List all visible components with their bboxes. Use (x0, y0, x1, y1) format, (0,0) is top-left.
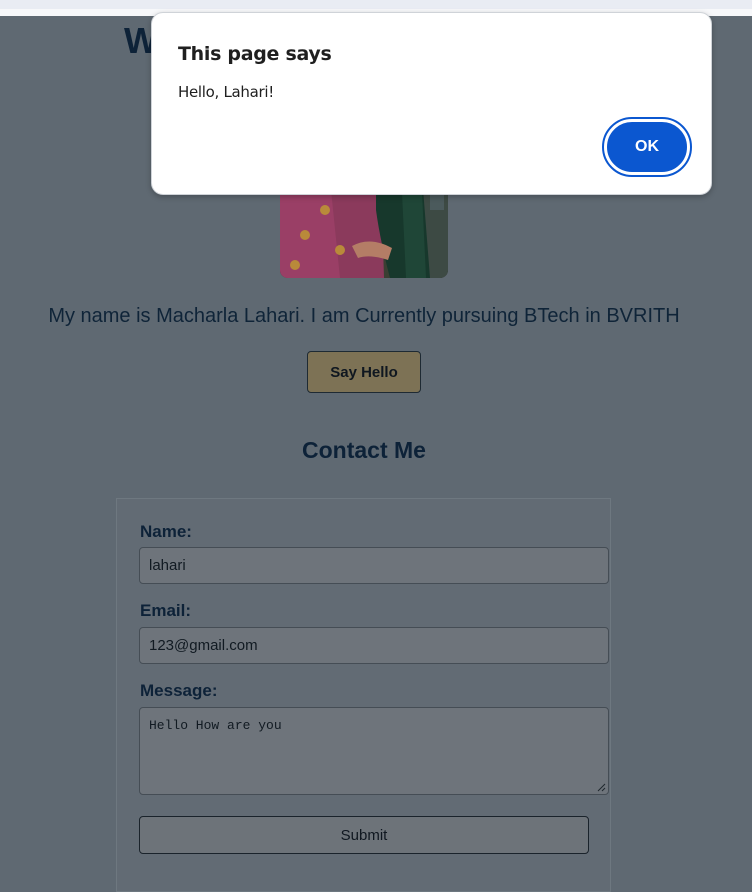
resize-grip-icon[interactable] (597, 783, 606, 792)
contact-heading: Contact Me (302, 437, 426, 463)
name-input[interactable]: lahari (139, 547, 609, 584)
ok-button[interactable]: OK (602, 117, 692, 177)
say-hello-button[interactable]: Say Hello (307, 351, 421, 393)
dialog-message: Hello, Lahari! (178, 83, 274, 101)
email-input[interactable]: 123@gmail.com (139, 627, 609, 664)
message-label: Message: (140, 681, 218, 700)
alert-dialog: This page says Hello, Lahari! OK (151, 12, 712, 195)
message-textarea[interactable]: Hello How are you (139, 707, 609, 795)
dialog-title: This page says (178, 43, 332, 65)
browser-top-strip (0, 0, 752, 9)
submit-button[interactable]: Submit (139, 816, 589, 854)
intro-text: My name is Macharla Lahari. I am Current… (48, 305, 680, 327)
email-label: Email: (140, 601, 192, 620)
name-label: Name: (140, 522, 192, 541)
